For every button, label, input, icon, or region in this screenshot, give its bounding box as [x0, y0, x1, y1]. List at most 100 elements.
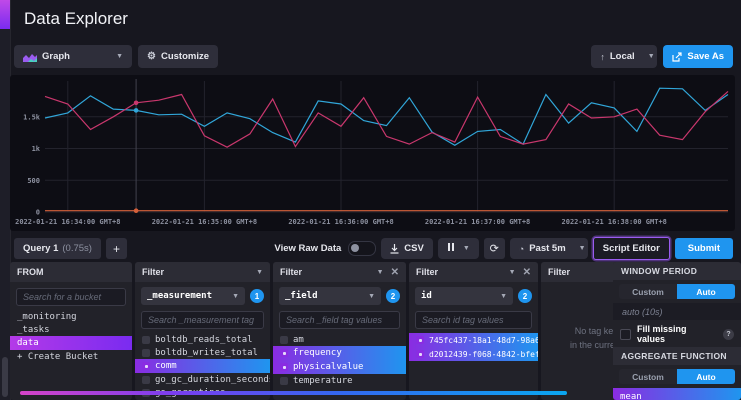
aggregate-function-item-label: mean [620, 392, 642, 400]
tag-key-dropdown[interactable]: _measurement ▼ [141, 287, 245, 305]
bucket-item[interactable]: + Create Bucket [10, 350, 132, 363]
chevron-down-icon[interactable]: ▼ [509, 269, 516, 276]
checkbox-icon[interactable] [416, 336, 424, 344]
tag-key-label: id [421, 291, 432, 301]
filter-title: Filter [280, 267, 302, 277]
custom-option[interactable]: Custom [619, 284, 677, 299]
view-raw-data-label: View Raw Data [274, 243, 341, 254]
chevron-down-icon: ▼ [648, 53, 655, 60]
close-icon[interactable]: ✕ [391, 267, 399, 278]
checkbox-icon[interactable] [142, 336, 150, 344]
tag-key-dropdown[interactable]: id ▼ [415, 287, 513, 305]
chevron-down-icon[interactable]: ▼ [377, 269, 384, 276]
tag-value-list: 745fc437-18a1-48d7-98a6-7..d2012439-f068… [409, 333, 538, 361]
field-item-label: am [293, 335, 304, 345]
help-icon[interactable]: ? [723, 329, 734, 340]
custom-option[interactable]: Custom [619, 369, 677, 384]
aggregate-function-header: AGGREGATE FUNCTION [613, 347, 741, 365]
measurement-item[interactable]: go_gc_duration_seconds [135, 373, 270, 386]
svg-text:1.5k: 1.5k [23, 113, 41, 121]
script-editor-button[interactable]: Script Editor [593, 237, 670, 260]
checkbox-icon[interactable] [416, 350, 424, 358]
customize-button[interactable]: ⚙ Customize [138, 45, 218, 68]
chevron-down-icon: ▼ [116, 53, 123, 60]
checkbox-icon[interactable] [142, 376, 150, 384]
measurement-item[interactable]: boltdb_reads_total [135, 333, 270, 346]
gear-icon: ⚙ [147, 51, 156, 62]
measurement-item[interactable]: comm [135, 359, 270, 373]
measurement-item[interactable]: boltdb_writes_total [135, 346, 270, 359]
refresh-icon: ⟳ [490, 242, 499, 255]
pause-dropdown-button[interactable]: ▼ [438, 238, 479, 259]
aggregate-function-item[interactable]: mean [613, 388, 741, 400]
aggregate-function-list: meanmedianlast [613, 388, 741, 400]
time-range-dropdown[interactable]: ◔ Past 5m ▼ [510, 238, 588, 259]
checkbox-icon[interactable] [280, 336, 288, 344]
csv-label: CSV [404, 243, 424, 254]
fill-missing-values-checkbox[interactable] [620, 329, 631, 340]
tag-key-label: _field [285, 291, 318, 301]
chevron-down-icon: ▼ [500, 293, 507, 300]
measurement-search-input[interactable] [141, 311, 264, 329]
app-logo[interactable] [0, 0, 10, 29]
checkbox-icon[interactable] [280, 377, 288, 385]
field-item[interactable]: temperature [273, 374, 406, 387]
toolbar: Graph ▼ ⚙ Customize ↑ Local ▼ Save As [14, 45, 733, 68]
nav-scrollbar[interactable] [2, 357, 8, 397]
svg-text:2022-01-21 16:37:00 GMT+8: 2022-01-21 16:37:00 GMT+8 [425, 218, 530, 226]
submit-button[interactable]: Submit [675, 238, 733, 259]
horizontal-scrollbar[interactable] [20, 391, 567, 395]
field-item[interactable]: am [273, 333, 406, 346]
bucket-list: _monitoring_tasksdata + Create Bucket [10, 310, 132, 363]
local-label: Local [610, 51, 635, 62]
auto-option[interactable]: Auto [677, 369, 735, 384]
line-chart[interactable]: 1.5k1k50002022-01-21 16:34:00 GMT+82022-… [10, 75, 735, 231]
svg-text:500: 500 [27, 177, 40, 185]
filter-title: Filter [142, 267, 164, 277]
tag-value-list: amfrequency physicalvalue temperature [273, 333, 406, 387]
field-search-input[interactable] [279, 311, 400, 329]
filter-panel-header: Filter ▼ ✕ [409, 262, 538, 282]
close-icon[interactable]: ✕ [523, 267, 531, 278]
view-raw-data-toggle[interactable] [348, 241, 376, 256]
tag-key-dropdown[interactable]: _field ▼ [279, 287, 381, 305]
field-item[interactable]: frequency [273, 346, 406, 360]
save-as-button[interactable]: Save As [663, 45, 733, 68]
id-search-input[interactable] [415, 311, 532, 329]
chevron-down-icon[interactable]: ▼ [256, 269, 263, 276]
measurement-item-label: boltdb_reads_total [155, 335, 253, 345]
id-item[interactable]: 745fc437-18a1-48d7-98a6-7.. [409, 333, 538, 347]
svg-text:2022-01-21 16:34:00 GMT+8: 2022-01-21 16:34:00 GMT+8 [15, 218, 120, 226]
csv-download-button[interactable]: CSV [381, 238, 433, 259]
view-type-label: Graph [42, 51, 70, 62]
window-period-value: auto (10s) [613, 303, 741, 320]
auto-option[interactable]: Auto [677, 284, 735, 299]
toggle-knob [351, 244, 359, 252]
bucket-item-label: data [17, 338, 39, 348]
chevron-down-icon: ▼ [463, 245, 470, 252]
chevron-down-icon: ▼ [368, 293, 375, 300]
id-item[interactable]: d2012439-f068-4842-bfef-8.. [409, 347, 538, 361]
field-item-label: physicalvalue [293, 362, 363, 372]
query-tab-label: Query 1 [23, 243, 58, 254]
svg-text:1k: 1k [32, 145, 41, 153]
bucket-search-input[interactable] [16, 288, 126, 306]
checkbox-icon[interactable] [280, 363, 288, 371]
query-tab[interactable]: Query 1 (0.75s) [14, 238, 101, 259]
checkbox-icon[interactable] [142, 362, 150, 370]
bucket-item[interactable]: data [10, 336, 132, 350]
bucket-item[interactable]: _tasks [10, 323, 132, 336]
checkbox-icon[interactable] [280, 349, 288, 357]
view-type-dropdown[interactable]: Graph ▼ [14, 45, 132, 68]
add-query-button[interactable]: + [106, 238, 127, 259]
window-period-mode-toggle: Custom Auto [619, 284, 735, 299]
bucket-item-label: + Create Bucket [17, 352, 98, 362]
aggregate-mode-toggle: Custom Auto [619, 369, 735, 384]
field-item-label: temperature [293, 376, 353, 386]
fill-missing-values-label: Fill missing values [637, 324, 717, 344]
refresh-button[interactable]: ⟳ [484, 238, 505, 259]
field-item[interactable]: physicalvalue [273, 360, 406, 374]
bucket-item[interactable]: _monitoring [10, 310, 132, 323]
checkbox-icon[interactable] [142, 349, 150, 357]
local-dropdown[interactable]: ↑ Local ▼ [591, 45, 657, 68]
